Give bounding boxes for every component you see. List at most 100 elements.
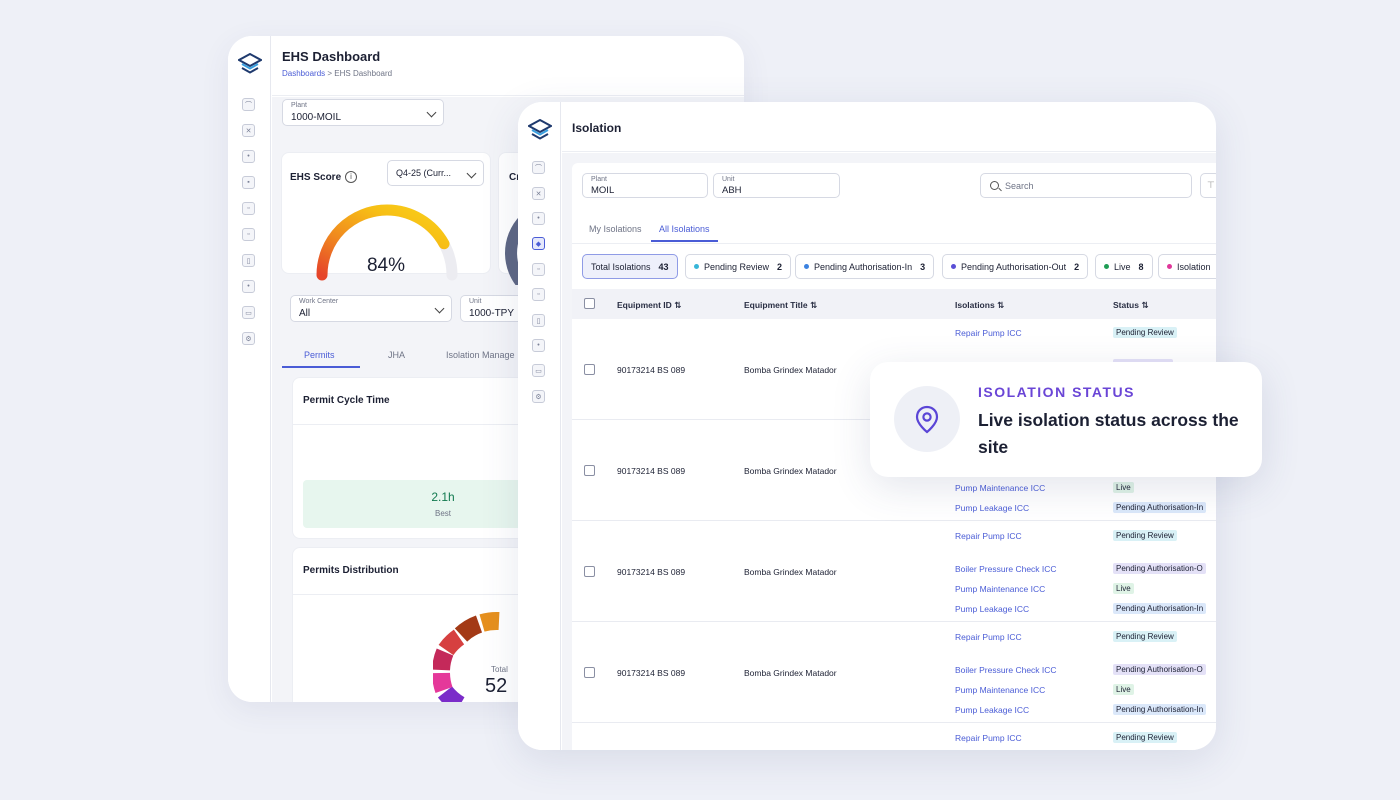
people-icon[interactable]: • <box>532 212 545 225</box>
settings-icon[interactable]: ⚙ <box>242 332 255 345</box>
status-dot <box>804 264 809 269</box>
plant-field-value: MOIL <box>591 185 615 196</box>
tab-my-isolations[interactable]: My Isolations <box>589 220 642 242</box>
shield-icon[interactable]: ◆ <box>532 237 545 250</box>
chart-icon[interactable]: ▪ <box>242 176 255 189</box>
chevron-down-icon <box>434 303 445 314</box>
chevron-down-icon <box>466 168 477 179</box>
table-row[interactable]: 90173214 BS 089 Bomba Grindex Matador Re… <box>572 622 1216 723</box>
filter-button[interactable]: ⊤ <box>1200 173 1216 198</box>
status-badge: Pending Authorisation-O <box>1113 563 1206 574</box>
isolation-link[interactable]: Repair Pump ICC <box>955 531 1022 541</box>
isolation-link[interactable]: Repair Pump ICC <box>955 328 1022 338</box>
tab-all-isolations[interactable]: All Isolations <box>651 220 718 242</box>
isolation-link[interactable]: Pump Maintenance ICC <box>955 584 1045 594</box>
isolation-link[interactable]: Repair Pump ICC <box>955 632 1022 642</box>
unit-label: Unit <box>469 298 482 305</box>
plant-field[interactable]: Plant MOIL <box>582 173 708 198</box>
database-icon[interactable]: ▭ <box>242 306 255 319</box>
callout-kicker: ISOLATION STATUS <box>978 384 1135 400</box>
users-icon[interactable]: • <box>532 339 545 352</box>
isolation-link[interactable]: Pump Leakage ICC <box>955 705 1029 715</box>
permit-cycle-title: Permit Cycle Time <box>303 395 390 406</box>
row-checkbox[interactable] <box>584 364 595 375</box>
device-icon[interactable]: ▯ <box>242 254 255 267</box>
permit-cycle-card: Permit Cycle Time 2.1h Best <box>292 377 552 539</box>
equipment-title: Bomba Grindex Matador <box>744 466 837 476</box>
document-icon[interactable]: ▫ <box>242 228 255 241</box>
document-icon[interactable]: ▫ <box>532 288 545 301</box>
status-badge: Pending Authorisation-In <box>1113 502 1207 513</box>
period-select[interactable]: Q4-25 (Curr... <box>387 160 484 186</box>
status-badge: Live <box>1113 583 1134 594</box>
equipment-title: Bomba Grindex Matador <box>744 365 837 375</box>
tabs-divider <box>572 243 1216 244</box>
users-icon[interactable]: • <box>242 280 255 293</box>
tools-icon[interactable]: ✕ <box>242 124 255 137</box>
search-input[interactable]: Search <box>980 173 1192 198</box>
chip-label: Pending Review <box>704 261 770 272</box>
plant-select[interactable]: Plant 1000-MOIL <box>282 99 444 126</box>
unit-field[interactable]: Unit ABH <box>713 173 840 198</box>
isolation-link[interactable]: Pump Leakage ICC <box>955 604 1029 614</box>
side-nav-rail: ⌒ ✕ • ◆ ▫ ▫ ▯ • ▭ ⚙ <box>518 102 561 750</box>
donut-total-label: Total <box>491 665 508 674</box>
isolation-link[interactable]: Pump Maintenance ICC <box>955 483 1045 493</box>
isolation-link[interactable]: Boiler Pressure Check ICC <box>955 665 1057 675</box>
column-equipment-id[interactable]: Equipment ID ⇅ <box>617 300 681 311</box>
breadcrumb-link-dashboards[interactable]: Dashboards <box>282 69 325 78</box>
table-row[interactable]: Repair Pump ICC Pending Review <box>572 723 1216 750</box>
status-badge: Pending Review <box>1113 631 1177 642</box>
chip-count: 8 <box>1138 261 1144 272</box>
column-isolations[interactable]: Isolations ⇅ <box>955 300 1004 311</box>
table-row[interactable]: 90173214 BS 089 Bomba Grindex Matador Re… <box>572 521 1216 622</box>
donut-total-value: 52 <box>485 675 507 697</box>
app-logo-icon <box>528 119 552 140</box>
settings-icon[interactable]: ⚙ <box>532 390 545 403</box>
chip-label: Pending Authorisation-Out <box>961 261 1067 272</box>
isolation-link[interactable]: Pump Maintenance ICC <box>955 685 1045 695</box>
status-badge: Pending Authorisation-In <box>1113 603 1207 614</box>
work-center-value: All <box>299 308 311 319</box>
permits-distribution-title: Permits Distribution <box>303 565 399 576</box>
chip-label: Total Isolations <box>591 261 651 272</box>
plant-select-value: 1000-MOIL <box>291 112 342 123</box>
unit-value: 1000-TPY <box>469 308 515 319</box>
column-status[interactable]: Status ⇅ <box>1113 300 1148 311</box>
people-icon[interactable]: • <box>242 150 255 163</box>
chip-pending-authorisation-out[interactable]: Pending Authorisation-Out 2 <box>942 254 1089 279</box>
tab-isolation-management[interactable]: Isolation Manage <box>446 342 515 368</box>
breadcrumb-separator: > <box>327 69 333 78</box>
chip-total-isolations[interactable]: Total Isolations 43 <box>582 254 678 279</box>
chip-pending-authorisation-in[interactable]: Pending Authorisation-In 3 <box>795 254 935 279</box>
tab-jha[interactable]: JHA <box>388 342 405 368</box>
isolation-link[interactable]: Repair Pump ICC <box>955 733 1022 743</box>
location-pin-icon <box>894 386 960 452</box>
home-icon[interactable]: ⌒ <box>242 98 255 111</box>
tools-icon[interactable]: ✕ <box>532 187 545 200</box>
row-checkbox[interactable] <box>584 566 595 577</box>
device-icon[interactable]: ▯ <box>532 314 545 327</box>
column-equipment-title[interactable]: Equipment Title ⇅ <box>744 300 817 311</box>
row-checkbox[interactable] <box>584 667 595 678</box>
chip-isolation[interactable]: Isolation <box>1158 254 1216 279</box>
chip-label: Live <box>1114 261 1131 272</box>
plant-field-label: Plant <box>591 176 607 183</box>
database-icon[interactable]: ▭ <box>532 364 545 377</box>
best-time-box: 2.1h Best <box>303 480 543 528</box>
home-icon[interactable]: ⌒ <box>532 161 545 174</box>
status-badge: Pending Review <box>1113 327 1177 338</box>
isolation-link[interactable]: Pump Leakage ICC <box>955 503 1029 513</box>
chip-pending-review[interactable]: Pending Review 2 <box>685 254 792 279</box>
breadcrumb: Dashboards > EHS Dashboard <box>282 69 392 78</box>
calendar-icon[interactable]: ▫ <box>242 202 255 215</box>
chip-live[interactable]: Live 8 <box>1095 254 1153 279</box>
select-all-checkbox[interactable] <box>584 298 595 309</box>
isolation-link[interactable]: Boiler Pressure Check ICC <box>955 564 1057 574</box>
work-center-select[interactable]: Work Center All <box>290 295 452 322</box>
equipment-id: 90173214 BS 089 <box>617 567 686 577</box>
calendar-icon[interactable]: ▫ <box>532 263 545 276</box>
tab-permits[interactable]: Permits <box>282 342 360 368</box>
info-icon[interactable]: i <box>345 171 357 183</box>
row-checkbox[interactable] <box>584 465 595 476</box>
